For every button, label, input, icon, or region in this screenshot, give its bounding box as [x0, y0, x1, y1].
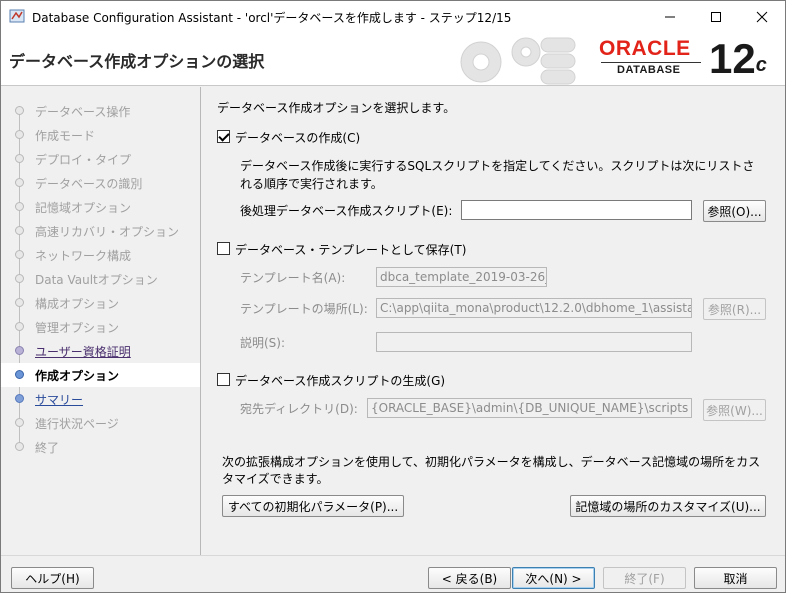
dbca-window: Database Configuration Assistant - 'orcl…	[0, 0, 786, 593]
version-badge: 12c	[709, 34, 767, 84]
back-button[interactable]: < 戻る(B)	[428, 567, 511, 589]
dest-dir-browse-button[interactable]: 参照(W)...	[703, 399, 766, 421]
template-name-field[interactable]: dbca_template_2019-03-26_0	[376, 267, 547, 287]
template-location-label: テンプレートの場所(L):	[240, 302, 368, 316]
post-script-label: 後処理データベース作成スクリプト(E):	[240, 204, 453, 218]
step-status-icon	[15, 322, 24, 331]
logo-divider	[601, 62, 701, 63]
step-status-icon	[15, 130, 24, 139]
cancel-button[interactable]: 取消	[694, 567, 777, 589]
dest-dir-label: 宛先ディレクトリ(D):	[240, 402, 358, 416]
nav-step-label: ネットワーク構成	[35, 249, 132, 263]
step-status-icon	[15, 202, 24, 211]
advanced-desc-line2: タマイズできます。	[222, 472, 329, 486]
oracle-database-logo: ORACLE DATABASE	[599, 37, 709, 81]
create-db-desc-line2: れる順序で実行されます。	[240, 177, 383, 191]
gen-scripts-label[interactable]: データベース作成スクリプトの生成(G)	[235, 372, 445, 389]
save-template-label[interactable]: データベース・テンプレートとして保存(T)	[235, 241, 466, 258]
nav-step-label: 構成オプション	[35, 297, 120, 311]
nav-step: 管理オプション	[1, 315, 200, 339]
finish-button[interactable]: 終了(F)	[603, 567, 686, 589]
close-button[interactable]	[739, 1, 785, 32]
close-icon	[756, 11, 768, 22]
main-content: データベース作成オプションを選択します。 データベースの作成(C) データベース…	[202, 87, 785, 555]
minimize-button[interactable]	[647, 1, 693, 32]
database-brand: DATABASE	[617, 64, 681, 76]
page-title: データベース作成オプションの選択	[9, 52, 265, 71]
dbca-app-icon	[9, 9, 25, 23]
step-status-icon	[15, 346, 24, 355]
advanced-desc-line1: 次の拡張構成オプションを使用して、初期化パラメータを構成し、データベース記憶域の…	[222, 455, 761, 469]
step-status-icon	[15, 106, 24, 115]
intro-text: データベース作成オプションを選択します。	[217, 101, 456, 115]
nav-step-label: サマリー	[35, 393, 84, 407]
next-button[interactable]: 次へ(N) >	[512, 567, 595, 589]
template-desc-field[interactable]	[376, 332, 692, 352]
minimize-icon	[665, 16, 675, 17]
nav-step-label: データベース操作	[35, 105, 131, 119]
nav-step-label: 終了	[35, 441, 60, 455]
step-status-icon	[15, 226, 24, 235]
nav-step: デプロイ・タイプ	[1, 147, 200, 171]
nav-step[interactable]: ユーザー資格証明	[1, 339, 200, 363]
nav-step: ネットワーク構成	[1, 243, 200, 267]
post-script-browse-button[interactable]: 参照(O)...	[703, 200, 766, 222]
step-status-icon	[15, 250, 24, 259]
step-status-icon	[15, 274, 24, 283]
nav-step: データベース操作	[1, 99, 200, 123]
nav-step[interactable]: サマリー	[1, 387, 200, 411]
create-db-checkbox[interactable]	[217, 130, 230, 143]
post-script-field[interactable]	[461, 200, 692, 220]
template-location-field[interactable]: C:\app\qiita_mona\product\12.2.0\dbhome_…	[376, 298, 692, 318]
step-navigation: データベース操作 作成モードデプロイ・タイプ データベースの識別 記憶域オプション高速…	[1, 87, 201, 555]
maximize-button[interactable]	[693, 1, 739, 32]
nav-step: Data Vaultオプション	[1, 267, 200, 291]
footer-separator	[1, 555, 785, 556]
nav-step-label: ユーザー資格証明	[35, 345, 131, 359]
all-init-params-button[interactable]: すべての初期化パラメータ(P)...	[222, 495, 404, 517]
step-status-icon	[15, 418, 24, 427]
customize-storage-button[interactable]: 記憶域の場所のカスタマイズ(U)...	[570, 495, 766, 517]
version-suffix: c	[755, 54, 767, 76]
step-status-icon	[15, 178, 24, 187]
nav-step: 記憶域オプション	[1, 195, 200, 219]
nav-step-label: Data Vaultオプション	[35, 273, 158, 287]
save-template-checkbox[interactable]	[217, 242, 230, 255]
nav-step-label: データベースの識別	[35, 177, 143, 191]
oracle-brand: ORACLE	[599, 37, 691, 60]
template-desc-label: 説明(S):	[240, 336, 286, 350]
version-number: 12	[709, 35, 756, 82]
nav-step: 構成オプション	[1, 291, 200, 315]
step-status-icon	[15, 394, 24, 403]
nav-step-label: デプロイ・タイプ	[35, 153, 132, 167]
template-location-browse-button[interactable]: 参照(R)...	[703, 298, 766, 320]
step-status-icon	[15, 154, 24, 163]
help-button[interactable]: ヘルプ(H)	[11, 567, 94, 589]
gears-decoration-icon	[460, 37, 576, 85]
nav-step: 作成モード	[1, 123, 200, 147]
header-banner: データベース作成オプションの選択 ORACLE DATABASE 12c	[1, 32, 785, 86]
window-title: Database Configuration Assistant - 'orcl…	[32, 11, 512, 25]
nav-step-label: 記憶域オプション	[35, 201, 132, 215]
nav-step: 終了	[1, 435, 200, 459]
step-status-icon	[15, 370, 24, 379]
gen-scripts-checkbox[interactable]	[217, 373, 230, 386]
nav-step: 高速リカバリ・オプション	[1, 219, 200, 243]
title-bar: Database Configuration Assistant - 'orcl…	[1, 1, 785, 32]
nav-step: 進行状況ページ	[1, 411, 200, 435]
dest-dir-field[interactable]: {ORACLE_BASE}\admin\{DB_UNIQUE_NAME}\scr…	[367, 398, 692, 418]
create-db-label[interactable]: データベースの作成(C)	[235, 129, 360, 146]
nav-step-label: 作成モード	[35, 129, 96, 143]
nav-step-label: 管理オプション	[35, 321, 120, 335]
nav-step-label: 高速リカバリ・オプション	[35, 225, 180, 239]
step-status-icon	[15, 442, 24, 451]
nav-step-label: 進行状況ページ	[35, 417, 119, 431]
create-db-desc-line1: データベース作成後に実行するSQLスクリプトを指定してください。スクリプトは次に…	[240, 159, 755, 173]
maximize-icon	[711, 11, 721, 22]
template-name-label: テンプレート名(A):	[240, 271, 346, 285]
nav-step[interactable]: 作成オプション	[1, 363, 200, 387]
nav-step: データベースの識別	[1, 171, 200, 195]
nav-step-label: 作成オプション	[35, 369, 120, 383]
step-status-icon	[15, 298, 24, 307]
